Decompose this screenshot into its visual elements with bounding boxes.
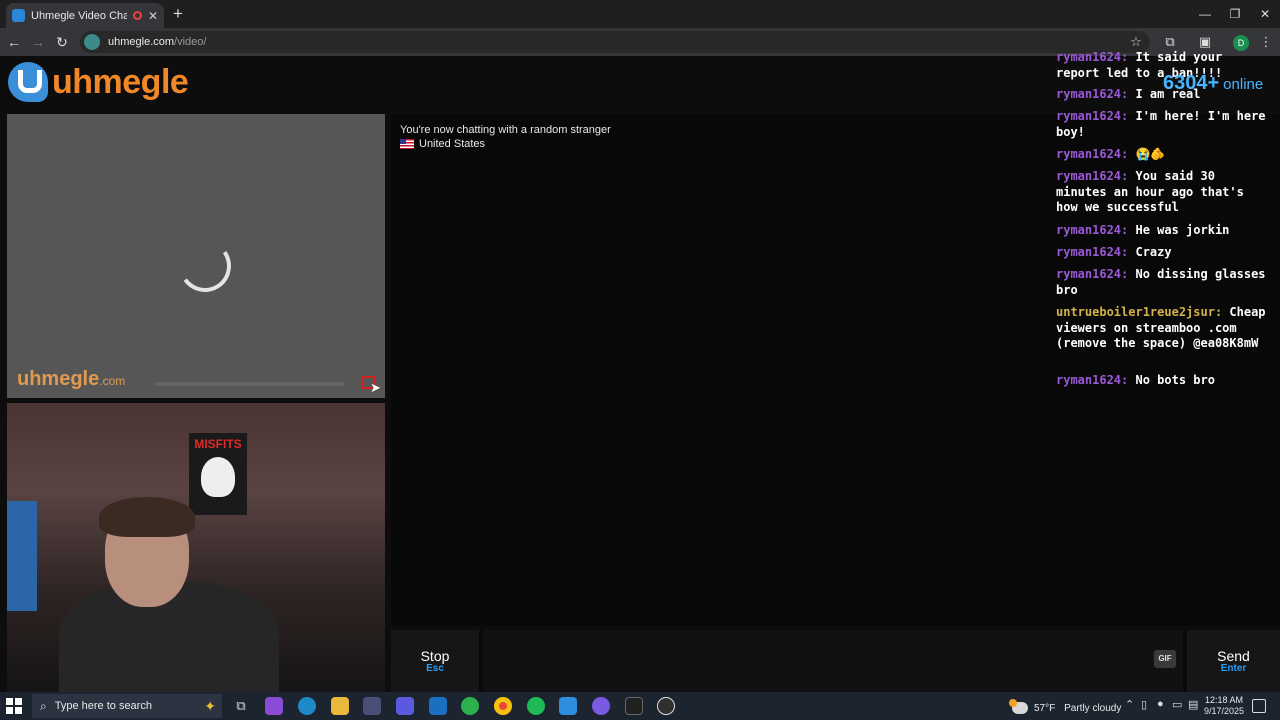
stop-shortcut: Esc [426, 663, 444, 674]
taskbar-search[interactable]: ⌕ Type here to search ✦ [32, 694, 222, 718]
reload-button[interactable]: ↻ [52, 32, 72, 52]
new-tab-button[interactable]: + [168, 4, 188, 24]
outlook-icon[interactable] [429, 697, 447, 715]
wall-poster: MISFITS [189, 433, 247, 515]
loading-spinner-icon [174, 235, 236, 297]
partly-cloudy-icon [1009, 699, 1028, 714]
edge-icon[interactable] [298, 697, 316, 715]
task-view-icon[interactable]: ⧉ [232, 697, 250, 715]
stop-label: Stop [420, 648, 450, 664]
search-highlight-icon: ✦ [204, 697, 216, 714]
skull-icon [201, 457, 235, 497]
file-explorer-icon[interactable] [331, 697, 349, 715]
network-icon[interactable]: ▤ [1188, 698, 1198, 711]
address-bar[interactable]: uhmegle.com /video/ [80, 31, 1150, 53]
back-button[interactable]: ← [4, 32, 24, 52]
windows-taskbar: ⌕ Type here to search ✦ ⧉ 57°F Partly cl… [0, 692, 1280, 720]
stream-chat-message: ryman1624: Crazy [1056, 245, 1172, 259]
forward-button[interactable]: → [28, 32, 48, 52]
stop-button[interactable]: Stop Esc [391, 630, 479, 692]
usb-icon[interactable]: ▯ [1141, 698, 1147, 711]
weather-widget[interactable]: 57°F Partly cloudy [1009, 699, 1122, 717]
notepad-icon[interactable] [559, 697, 577, 715]
url-host: uhmegle.com [108, 36, 175, 48]
stream-chat-message: untrueboiler1reue2jsur: Cheap viewers on… [1056, 305, 1266, 350]
gif-button[interactable]: GIF [1154, 650, 1176, 668]
chat-controls: Stop Esc GIF Send Enter [391, 630, 1280, 692]
browser-tab-bar: Uhmegle Video Chat | Om... ✕ + — ❐ ✕ [0, 0, 1280, 28]
microphone-icon[interactable]: ● [1157, 698, 1164, 710]
logo-text: uhmegle [52, 62, 189, 101]
stream-chat-message: ryman1624: 😭🫵 [1056, 147, 1166, 161]
notification-icon[interactable] [1252, 699, 1266, 713]
xbox-icon[interactable] [461, 697, 479, 715]
stream-chat-message: ryman1624: No bots bro [1056, 373, 1215, 387]
stream-chat-message: ryman1624: No dissing glasses bro [1056, 267, 1266, 297]
discord-icon[interactable] [592, 697, 610, 715]
system-clock[interactable]: 12:18 AM 9/17/2025 [1202, 695, 1246, 717]
copilot-icon[interactable] [265, 697, 283, 715]
stream-chat-message: ryman1624: I'm here! I'm here boy! [1056, 109, 1266, 139]
mouse-cursor-icon: ➤ [370, 380, 381, 395]
tab-title: Uhmegle Video Chat | Om... [31, 9, 127, 22]
send-shortcut: Enter [1220, 663, 1247, 674]
terminal-icon[interactable] [625, 697, 643, 715]
taskbar-search-placeholder: Type here to search [54, 700, 152, 712]
extensions-icon[interactable]: ⧉ [1160, 32, 1180, 52]
stream-chat-message: ryman1624: You said 30 minutes an hour a… [1056, 169, 1244, 214]
site-info-icon[interactable] [84, 34, 100, 50]
video-progress-bar [155, 382, 345, 386]
self-webcam-video: MISFITS [7, 403, 385, 692]
tray-chevron-icon[interactable]: ⌃ [1125, 698, 1134, 711]
monitor-screen [7, 501, 37, 611]
online-count: 6304+ [1163, 72, 1220, 94]
system-message: You're now chatting with a random strang… [400, 124, 611, 136]
cast-icon[interactable]: ▣ [1195, 32, 1215, 52]
display-icon[interactable]: ▭ [1172, 698, 1182, 711]
uhmegle-page: uhmegle uhmegle.com ➤ MISFITS You're now… [0, 50, 1280, 692]
poster-title: MISFITS [194, 437, 242, 451]
video-watermark: uhmegle.com [17, 368, 126, 390]
tab-close-icon[interactable]: ✕ [148, 9, 158, 23]
obs-icon[interactable] [657, 697, 675, 715]
menu-kebab-icon[interactable]: ⋮ [1256, 32, 1276, 52]
message-input[interactable] [483, 630, 1183, 692]
search-icon: ⌕ [40, 698, 47, 713]
online-counter: 6304+ online [1163, 72, 1263, 95]
uhmegle-favicon-icon [12, 9, 25, 22]
country-name: United States [419, 138, 486, 150]
online-label: online [1223, 76, 1264, 93]
windows-start-icon[interactable] [6, 698, 22, 714]
bookmark-star-icon[interactable]: ☆ [1126, 32, 1146, 52]
url-path: /video/ [174, 36, 207, 48]
store-icon[interactable] [363, 697, 381, 715]
spotify-icon[interactable] [527, 697, 545, 715]
chrome-icon[interactable] [494, 697, 512, 715]
site-logo[interactable]: uhmegle [8, 62, 189, 102]
weather-temp: 57°F [1034, 702, 1056, 714]
send-button[interactable]: Send Enter [1187, 630, 1280, 692]
send-label: Send [1217, 648, 1250, 664]
minimize-button[interactable]: — [1190, 4, 1220, 24]
stranger-video: uhmegle.com ➤ [7, 114, 385, 398]
window-close-button[interactable]: ✕ [1250, 4, 1280, 24]
stream-chat-message: ryman1624: He was jorkin [1056, 223, 1230, 237]
stranger-country: United States [400, 138, 485, 150]
teams-icon[interactable] [396, 697, 414, 715]
profile-avatar[interactable]: D [1233, 35, 1249, 51]
browser-tab[interactable]: Uhmegle Video Chat | Om... ✕ [6, 3, 164, 28]
recording-indicator-icon [132, 11, 142, 20]
stream-chat-overlay: ryman1624: It said your report led to a … [1056, 50, 1276, 396]
person-hair [99, 497, 195, 537]
us-flag-icon [400, 139, 414, 149]
clock-date: 9/17/2025 [1203, 706, 1245, 716]
weather-desc: Partly cloudy [1064, 702, 1122, 714]
maximize-button[interactable]: ❐ [1220, 4, 1250, 24]
clock-time: 12:18 AM [1204, 695, 1244, 705]
uhmegle-logo-icon [8, 62, 48, 102]
